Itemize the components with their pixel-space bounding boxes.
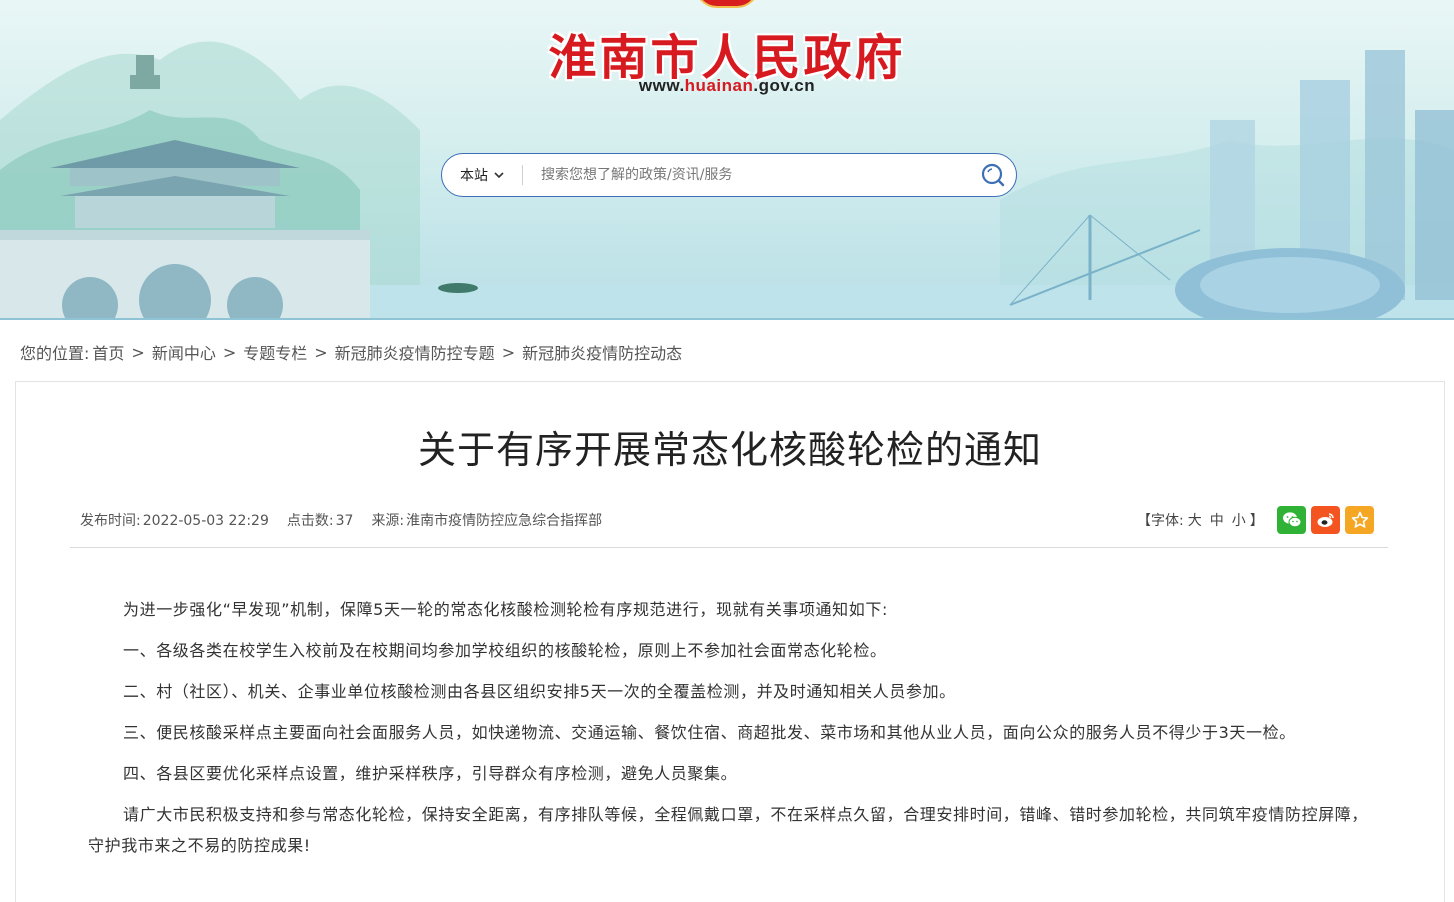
chevron-down-icon [494,169,504,182]
article-title: 关于有序开展常态化核酸轮检的通知 [417,428,1042,472]
search-button[interactable] [970,154,1016,196]
site-url: www.huainan.gov.cn [638,76,816,95]
header-banner: 淮南市人民政府 www.huainan.gov.cn 本站 [0,0,1454,320]
font-size-close: 】 [1249,513,1264,529]
weibo-icon [1317,513,1334,527]
font-size-medium[interactable]: 中 [1210,510,1224,530]
search-icon [981,163,1005,187]
article-paragraph: 三、便民核酸采样点主要面向社会面服务人员，如快递物流、交通运输、餐饮住宿、商超批… [123,723,1296,742]
search-scope-dropdown[interactable]: 本站 [442,154,522,196]
breadcrumb-separator: > [314,342,328,362]
breadcrumb-separator: > [222,342,237,362]
article-paragraph: 四、各县区要优化采样点设置，维护采样秩序，引导群众有序检测，避免人员聚集。 [123,764,738,783]
favorite-star-icon [1351,511,1368,528]
share-buttons [1277,506,1374,534]
font-size-open: 【字体: [1137,513,1184,529]
search-scope-label: 本站 [460,168,488,184]
share-wechat-button[interactable] [1277,506,1306,534]
breadcrumb-prefix: 您的位置: [20,344,90,363]
article-meta: 发布时间: 2022-05-03 22:29 点击数: 37 来源: 淮南市疫情防控应… [78,510,602,530]
breadcrumb-special-topics[interactable]: 专题专栏 [243,340,307,364]
article-source: 来源: 淮南市疫情防控应急综合指挥部 [371,513,603,529]
search-divider [522,165,523,185]
breadcrumb: 您的位置: 首页 > 新闻中心 > 专题专栏 > 新冠肺炎疫情防控专题 > 新冠… [20,340,682,364]
breadcrumb-separator: > [501,342,516,362]
publish-time: 发布时间: 2022-05-03 22:29 [80,513,269,529]
search-input[interactable] [541,160,970,190]
share-weibo-button[interactable] [1311,506,1340,534]
article-body: 为进一步强化“早发现”机制，保障5天一轮的常态化核酸检测轮检有序规范进行，现就有… [88,594,1378,871]
meta-divider [70,547,1388,548]
font-size-large[interactable]: 大 [1188,510,1202,530]
article-paragraph: 为进一步强化“早发现”机制，保障5天一轮的常态化核酸检测轮检有序规范进行，现就有… [123,600,888,619]
click-count: 点击数: 37 [286,513,354,529]
font-size-small[interactable]: 小 [1232,510,1246,530]
wechat-icon [1282,512,1301,528]
article-paragraph: 请广大市民积极支持和参与常态化轮检，保持安全距离，有序排队等候，全程佩戴口罩，不… [88,805,1369,855]
font-size-switcher: 【字体: 大 中 小 】 [1137,510,1264,530]
breadcrumb-home[interactable]: 首页 [92,340,124,364]
favorite-button[interactable] [1345,506,1374,534]
article-paragraph: 一、各级各类在校学生入校前及在校期间均参加学校组织的核酸轮检，原则上不参加社会面… [123,641,887,660]
breadcrumb-news-center[interactable]: 新闻中心 [152,340,216,364]
breadcrumb-separator: > [131,342,145,362]
breadcrumb-covid-news[interactable]: 新冠肺炎疫情防控动态 [522,340,682,364]
breadcrumb-covid-topic[interactable]: 新冠肺炎疫情防控专题 [335,340,495,364]
search-bar: 本站 [441,153,1017,197]
article-paragraph: 二、村（社区）、机关、企事业单位核酸检测由各县区组织安排5天一次的全覆盖检测，并… [123,682,956,701]
